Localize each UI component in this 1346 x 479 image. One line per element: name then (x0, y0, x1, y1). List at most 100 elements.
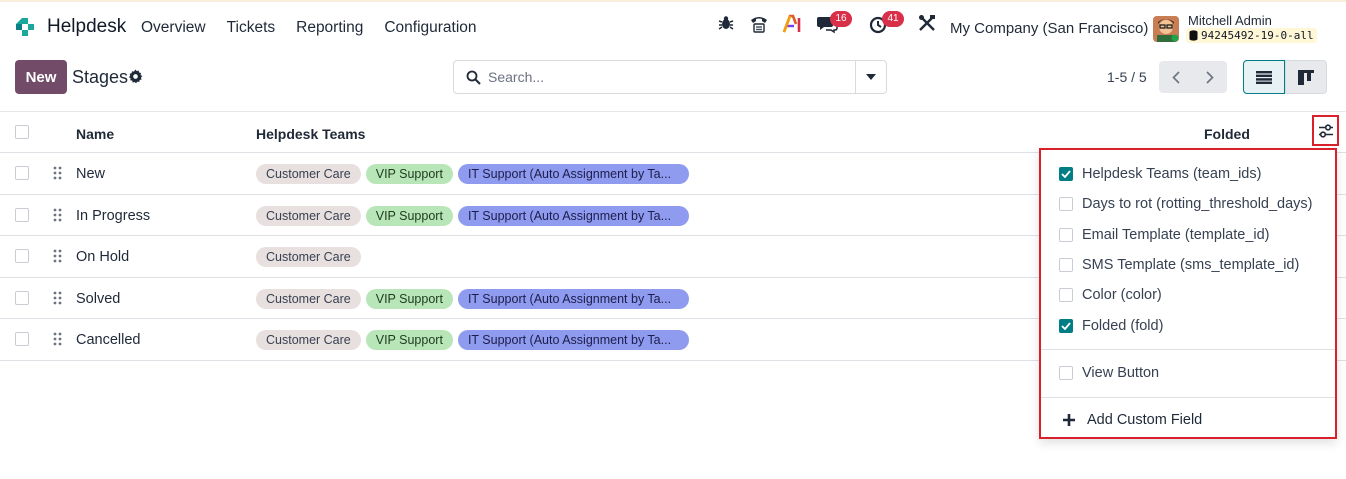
helpdesk-logo-icon (16, 18, 34, 36)
caret-down-icon (866, 74, 876, 80)
search-input[interactable] (488, 69, 848, 85)
add-custom-field-label: Add Custom Field (1087, 412, 1203, 428)
option-view-button[interactable]: View Button (1059, 365, 1159, 381)
phone-icon[interactable] (749, 14, 769, 34)
option-checkbox[interactable] (1059, 318, 1073, 333)
option-label: Days to rot (rotting_threshold_days) (1082, 196, 1313, 213)
debug-icon[interactable] (717, 14, 735, 32)
option-label: Color (color) (1082, 287, 1162, 304)
plus-icon (1063, 414, 1075, 426)
top-navbar: Helpdesk Overview Tickets Reporting Conf… (0, 0, 1346, 54)
team-tags: Customer Care VIP Support IT Support (Auto… (256, 205, 689, 226)
activities-badge: 41 (882, 11, 904, 27)
option-checkbox[interactable] (1059, 366, 1073, 380)
optional-field-option[interactable]: SMS Template (sms_template_id) (1059, 257, 1299, 273)
pager-previous-button[interactable] (1159, 61, 1193, 93)
team-tag: IT Support (Auto Assignment by Ta... (457, 164, 689, 184)
list-view-button[interactable] (1243, 60, 1285, 94)
gear-icon[interactable] (128, 69, 143, 84)
row-checkbox[interactable] (15, 166, 29, 180)
user-name[interactable]: Mitchell Admin (1188, 13, 1272, 28)
team-tags: Customer Care (256, 247, 361, 267)
option-checkbox[interactable] (1059, 227, 1073, 242)
search-options-toggle[interactable] (855, 61, 886, 93)
app-brand[interactable]: Helpdesk (14, 16, 126, 38)
team-tags: Customer Care VIP Support IT Support (Auto… (256, 330, 689, 350)
team-tag: IT Support (Auto Assignment by Ta... (457, 288, 689, 309)
menu-overview[interactable]: Overview (141, 19, 206, 37)
page-title[interactable]: Stages (72, 67, 128, 88)
pager-value[interactable]: 1-5 / 5 (1107, 69, 1147, 85)
optional-fields-dropdown: Helpdesk Teams (team_ids) Days to rot (r… (1039, 148, 1337, 439)
optional-field-option[interactable]: Email Template (template_id) (1059, 227, 1270, 243)
option-checkbox[interactable] (1059, 257, 1073, 272)
list-view-icon (1256, 70, 1272, 84)
option-label: Helpdesk Teams (team_ids) (1082, 166, 1262, 182)
messages-icon[interactable]: 16 (816, 11, 852, 34)
chevron-right-icon (1206, 70, 1214, 84)
option-label: Email Template (template_id) (1082, 226, 1270, 243)
team-tag: VIP Support (365, 288, 453, 309)
user-avatar[interactable] (1153, 16, 1179, 42)
team-tags: Customer Care VIP Support IT Support (Auto… (256, 288, 689, 309)
optional-columns-toggle[interactable] (1312, 115, 1339, 146)
team-tag: IT Support (Auto Assignment by Ta... (457, 205, 689, 226)
team-tag: VIP Support (365, 164, 453, 184)
drag-handle-icon[interactable] (53, 332, 62, 346)
menu-configuration[interactable]: Configuration (384, 19, 476, 37)
tools-icon[interactable] (918, 14, 936, 32)
column-header-name[interactable]: Name (76, 126, 114, 142)
team-tag: Customer Care (256, 205, 361, 226)
database-badge: 94245492-19-0-all (1186, 28, 1317, 43)
company-switcher[interactable]: My Company (San Francisco) (950, 20, 1148, 37)
option-label: SMS Template (sms_template_id) (1082, 256, 1300, 273)
drag-handle-icon[interactable] (53, 249, 62, 263)
activities-icon[interactable]: 41 (868, 11, 904, 34)
optional-field-option[interactable]: Folded (fold) (1059, 318, 1163, 334)
team-tags: Customer Care VIP Support IT Support (Auto… (256, 164, 689, 184)
row-checkbox[interactable] (15, 290, 29, 305)
stage-name: New (76, 166, 106, 182)
pager-next-button[interactable] (1193, 61, 1227, 93)
team-tag: Customer Care (256, 247, 361, 267)
menu-reporting[interactable]: Reporting (296, 19, 363, 37)
team-tag: IT Support (Auto Assignment by Ta... (457, 330, 689, 350)
option-checkbox[interactable] (1059, 288, 1073, 303)
search-bar (453, 60, 887, 94)
select-all-checkbox[interactable] (15, 125, 29, 139)
column-header-folded[interactable]: Folded (1204, 126, 1250, 142)
drag-handle-icon[interactable] (53, 291, 62, 305)
search-icon (466, 70, 481, 85)
messages-badge: 16 (830, 11, 852, 27)
option-checkbox[interactable] (1059, 167, 1073, 181)
option-checkbox[interactable] (1059, 197, 1073, 212)
add-custom-field-button[interactable]: Add Custom Field (1063, 412, 1202, 428)
app-name: Helpdesk (47, 16, 127, 37)
check-icon (1061, 170, 1071, 178)
dropdown-divider (1041, 349, 1335, 350)
ai-icon[interactable] (782, 14, 804, 34)
stage-name: Solved (76, 290, 121, 307)
database-name: 94245492-19-0-all (1201, 29, 1314, 42)
team-tag: VIP Support (365, 330, 453, 350)
menu-tickets[interactable]: Tickets (227, 19, 276, 37)
kanban-view-button[interactable] (1285, 60, 1327, 94)
optional-field-option[interactable]: Color (color) (1059, 287, 1162, 303)
column-header-helpdesk-teams[interactable]: Helpdesk Teams (256, 126, 365, 142)
team-tag: Customer Care (256, 330, 361, 350)
list-header: Name Helpdesk Teams Folded (0, 111, 1346, 153)
new-button[interactable]: New (15, 60, 67, 94)
database-icon (1189, 30, 1198, 41)
drag-handle-icon[interactable] (53, 166, 62, 180)
dropdown-divider (1041, 397, 1335, 398)
optional-field-option[interactable]: Helpdesk Teams (team_ids) (1059, 166, 1261, 182)
drag-handle-icon[interactable] (53, 208, 62, 222)
stage-name: On Hold (76, 249, 130, 265)
optional-field-option[interactable]: Days to rot (rotting_threshold_days) (1059, 196, 1313, 212)
team-tag: Customer Care (256, 164, 361, 184)
option-label: Folded (fold) (1082, 317, 1164, 334)
option-label: View Button (1082, 365, 1160, 381)
row-checkbox[interactable] (15, 332, 29, 346)
row-checkbox[interactable] (15, 207, 29, 222)
row-checkbox[interactable] (15, 249, 29, 263)
